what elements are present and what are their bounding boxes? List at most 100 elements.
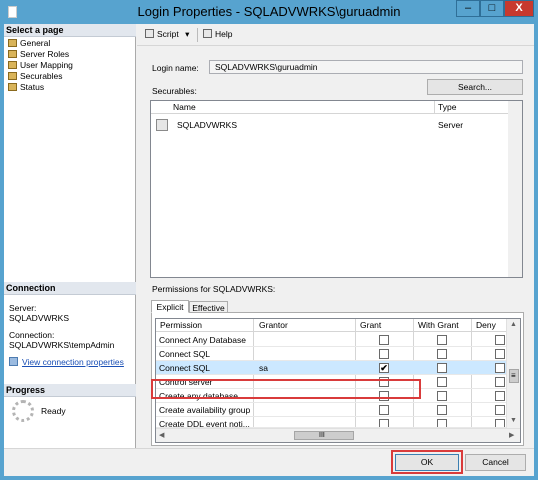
scroll-down-arrow-icon[interactable]: ▼ bbox=[510, 417, 517, 424]
toolbar: Script ▾ Help bbox=[137, 24, 534, 46]
with-grant-checkbox[interactable] bbox=[437, 363, 447, 373]
progress-spinner-icon bbox=[12, 400, 34, 422]
permission-row[interactable]: Connect SQL bbox=[156, 347, 508, 361]
login-name-field[interactable]: SQLADVWRKS\guruadmin bbox=[209, 60, 523, 74]
permissions-vertical-scrollbar[interactable]: ▲ ≡ ▼ bbox=[506, 319, 520, 428]
page-icon bbox=[8, 72, 17, 80]
securables-scrollbar[interactable] bbox=[508, 101, 522, 277]
deny-checkbox[interactable] bbox=[495, 391, 505, 401]
login-name-label: Login name: bbox=[152, 63, 199, 73]
title-bar[interactable]: Login Properties - SQLADVWRKS\guruadmin … bbox=[0, 0, 538, 24]
column-header-type[interactable]: Type bbox=[438, 102, 456, 112]
page-icon bbox=[8, 83, 17, 91]
help-label: Help bbox=[215, 29, 233, 39]
page-item-label: User Mapping bbox=[20, 60, 73, 70]
with-grant-checkbox[interactable] bbox=[437, 405, 447, 415]
securable-type: Server bbox=[438, 120, 464, 130]
page-item-user-mapping[interactable]: User Mapping bbox=[8, 60, 73, 71]
deny-checkbox[interactable] bbox=[495, 405, 505, 415]
permission-row-selected[interactable]: Connect SQL sa ✔ bbox=[156, 361, 508, 375]
cancel-button[interactable]: Cancel bbox=[465, 454, 526, 471]
column-divider bbox=[434, 101, 435, 114]
page-item-label: Status bbox=[20, 82, 45, 92]
deny-checkbox[interactable] bbox=[495, 363, 505, 373]
with-grant-checkbox[interactable] bbox=[437, 391, 447, 401]
view-connection-properties-link[interactable]: View connection properties bbox=[9, 357, 124, 367]
column-header-deny[interactable]: Deny bbox=[476, 320, 496, 330]
column-header-grantor[interactable]: Grantor bbox=[259, 320, 288, 330]
left-panel: Select a page General Server Roles User … bbox=[4, 24, 136, 448]
grant-checkbox[interactable] bbox=[379, 349, 389, 359]
help-icon bbox=[203, 29, 212, 38]
permission-row[interactable]: Connect Any Database bbox=[156, 333, 508, 347]
scroll-left-arrow-icon[interactable]: ◀ bbox=[159, 431, 164, 439]
server-value: SQLADVWRKS bbox=[9, 313, 69, 323]
connection-label: Connection: bbox=[9, 330, 55, 340]
grant-checkbox[interactable] bbox=[379, 419, 389, 427]
column-header-with-grant[interactable]: With Grant bbox=[418, 320, 459, 330]
grant-checkbox[interactable] bbox=[379, 335, 389, 345]
with-grant-checkbox[interactable] bbox=[437, 349, 447, 359]
scroll-thumb[interactable]: ≡ bbox=[509, 369, 519, 383]
permissions-grid-header: Permission Grantor Grant With Grant Deny bbox=[156, 319, 508, 332]
with-grant-checkbox[interactable] bbox=[437, 335, 447, 345]
grant-checkbox[interactable]: ✔ bbox=[379, 363, 389, 373]
page-item-label: Server Roles bbox=[20, 49, 70, 59]
page-item-server-roles[interactable]: Server Roles bbox=[8, 49, 69, 60]
highlight-connect-sql-row bbox=[151, 379, 421, 399]
page-icon bbox=[8, 50, 17, 58]
script-button[interactable]: Script ▾ bbox=[145, 29, 189, 40]
grantor-value: sa bbox=[259, 363, 268, 373]
securable-name: SQLADVWRKS bbox=[177, 120, 237, 130]
minimize-button[interactable]: – bbox=[456, 0, 480, 17]
connection-value: SQLADVWRKS\tempAdmin bbox=[9, 340, 115, 350]
permission-name: Connect SQL bbox=[159, 363, 211, 373]
properties-icon bbox=[9, 357, 18, 366]
deny-checkbox[interactable] bbox=[495, 349, 505, 359]
securables-label: Securables: bbox=[152, 86, 197, 96]
script-icon bbox=[145, 29, 154, 38]
permissions-horizontal-scrollbar[interactable]: ◀ III ▶ bbox=[156, 428, 520, 442]
column-header-permission[interactable]: Permission bbox=[160, 320, 202, 330]
page-item-securables[interactable]: Securables bbox=[8, 71, 63, 82]
page-item-general[interactable]: General bbox=[8, 38, 50, 49]
permission-row[interactable]: Create availability group bbox=[156, 403, 508, 417]
permission-name: Create availability group bbox=[159, 405, 251, 415]
permissions-label: Permissions for SQLADVWRKS: bbox=[152, 284, 276, 294]
help-button[interactable]: Help bbox=[203, 29, 232, 39]
login-properties-window: Login Properties - SQLADVWRKS\guruadmin … bbox=[0, 0, 538, 480]
progress-heading: Progress bbox=[4, 384, 136, 397]
grant-checkbox[interactable] bbox=[379, 405, 389, 415]
permission-name: Connect SQL bbox=[159, 349, 211, 359]
progress-status: Ready bbox=[41, 406, 66, 416]
securables-table[interactable]: Name Type SQLADVWRKS Server bbox=[150, 100, 523, 278]
permission-name: Create DDL event noti... bbox=[159, 419, 250, 428]
dialog-client-area: Select a page General Server Roles User … bbox=[4, 24, 534, 476]
with-grant-checkbox[interactable] bbox=[437, 377, 447, 387]
permission-name: Connect Any Database bbox=[159, 335, 246, 345]
table-row[interactable]: SQLADVWRKS Server bbox=[151, 117, 508, 133]
scroll-up-arrow-icon[interactable]: ▲ bbox=[510, 321, 517, 328]
deny-checkbox[interactable] bbox=[495, 335, 505, 345]
permission-row[interactable]: Create DDL event noti... bbox=[156, 417, 508, 428]
server-icon bbox=[156, 119, 168, 131]
search-button[interactable]: Search... bbox=[427, 79, 523, 95]
deny-checkbox[interactable] bbox=[495, 377, 505, 387]
with-grant-checkbox[interactable] bbox=[437, 419, 447, 427]
page-item-label: General bbox=[20, 38, 51, 48]
link-label: View connection properties bbox=[22, 357, 124, 367]
scroll-right-arrow-icon[interactable]: ▶ bbox=[509, 431, 514, 439]
page-item-status[interactable]: Status bbox=[8, 82, 44, 93]
deny-checkbox[interactable] bbox=[495, 419, 505, 427]
maximize-button[interactable]: □ bbox=[480, 0, 504, 17]
toolbar-separator bbox=[197, 28, 198, 42]
securables-table-header: Name Type bbox=[151, 101, 522, 114]
scroll-thumb[interactable]: III bbox=[294, 431, 354, 440]
dropdown-arrow-icon[interactable]: ▾ bbox=[185, 29, 189, 39]
tab-explicit[interactable]: Explicit bbox=[151, 300, 189, 313]
column-header-grant[interactable]: Grant bbox=[360, 320, 381, 330]
page-icon bbox=[8, 61, 17, 69]
close-button[interactable]: X bbox=[504, 0, 534, 17]
column-header-name[interactable]: Name bbox=[173, 102, 196, 112]
ok-button[interactable]: OK bbox=[395, 454, 459, 471]
